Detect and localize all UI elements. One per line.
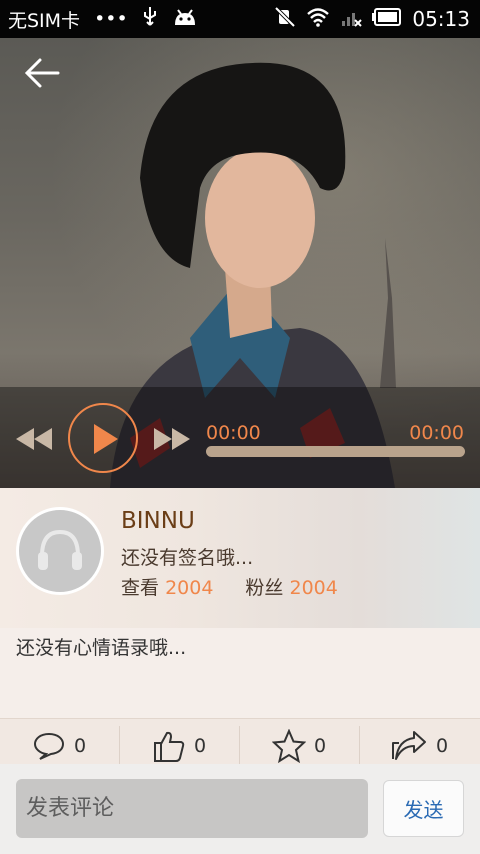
comment-count: 0 xyxy=(74,735,87,757)
profile-stats: 查看 2004 粉丝 2004 xyxy=(121,573,338,600)
progress-bar[interactable] xyxy=(206,446,465,457)
battery-icon xyxy=(372,7,402,31)
play-icon xyxy=(94,424,118,454)
back-arrow-icon xyxy=(24,58,60,88)
mood-text: 还没有心情语录哦... xyxy=(16,637,187,659)
signal-icon xyxy=(340,7,363,32)
star-icon xyxy=(272,729,306,763)
divider xyxy=(359,726,360,766)
fans-label: 粉丝 xyxy=(245,577,284,599)
back-button[interactable] xyxy=(22,56,72,96)
mute-icon xyxy=(274,6,296,33)
current-time: 00:00 xyxy=(206,422,261,444)
like-button[interactable]: 0 xyxy=(152,726,206,766)
usb-icon xyxy=(142,6,158,33)
forward-button[interactable] xyxy=(152,424,192,454)
total-time: 00:00 xyxy=(409,422,464,444)
status-bar: 无SIM卡 ••• 05:13 xyxy=(0,0,480,38)
comment-input[interactable] xyxy=(16,779,368,838)
send-button[interactable]: 发送 xyxy=(383,780,464,837)
play-button[interactable] xyxy=(68,403,138,473)
rewind-icon xyxy=(16,428,52,450)
forward-icon xyxy=(154,428,190,450)
thumbs-up-icon xyxy=(154,731,185,762)
avatar[interactable] xyxy=(16,507,104,595)
username: BINNU xyxy=(121,508,195,534)
android-icon xyxy=(172,7,198,32)
share-count: 0 xyxy=(436,735,449,757)
fans-stat: 粉丝 2004 xyxy=(245,573,337,600)
headphones-icon xyxy=(38,529,82,570)
views-label: 查看 xyxy=(121,577,160,599)
favorite-count: 0 xyxy=(314,735,327,757)
views-stat: 查看 2004 xyxy=(121,573,213,600)
carrier-label: 无SIM卡 xyxy=(8,9,81,32)
rewind-button[interactable] xyxy=(14,424,54,454)
notification-dots: ••• xyxy=(94,8,128,30)
views-count: 2004 xyxy=(165,577,214,599)
signature: 还没有签名哦... xyxy=(121,547,254,569)
clock: 05:13 xyxy=(412,7,470,31)
wifi-icon xyxy=(306,7,330,32)
comment-button[interactable]: 0 xyxy=(32,726,86,766)
divider xyxy=(239,726,240,766)
divider xyxy=(119,726,120,766)
share-button[interactable]: 0 xyxy=(390,726,448,766)
like-count: 0 xyxy=(194,735,207,757)
favorite-button[interactable]: 0 xyxy=(272,726,326,766)
share-icon xyxy=(392,731,426,760)
comment-icon xyxy=(33,732,65,760)
fans-count: 2004 xyxy=(289,577,338,599)
